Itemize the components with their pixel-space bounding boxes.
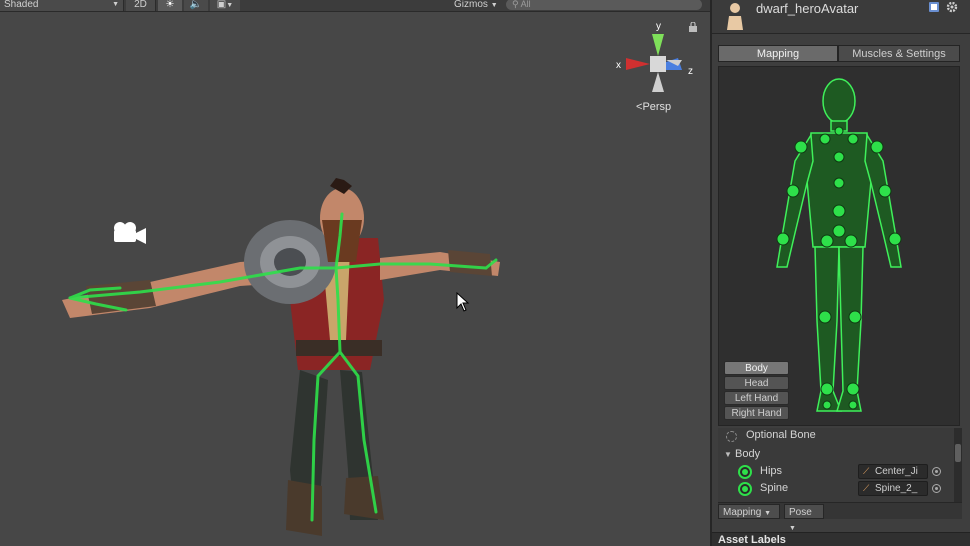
- bone-list-scrollbar[interactable]: [954, 428, 962, 502]
- mapping-dropdown-label: Mapping: [723, 507, 762, 518]
- part-button-left-hand[interactable]: Left Hand: [724, 391, 789, 405]
- chevron-down-icon: ▼: [764, 510, 772, 517]
- asset-labels-header[interactable]: Asset Labels: [712, 532, 970, 546]
- bone-status-icon: [738, 465, 752, 479]
- scene-camera-icon[interactable]: [110, 220, 150, 246]
- axis-x-label: x: [616, 60, 621, 71]
- body-part-selector: Body Head Left Hand Right Hand: [724, 361, 790, 421]
- optional-bone-icon: [726, 431, 737, 442]
- body-group-label: Body: [735, 448, 761, 460]
- chevron-down-icon: ▼: [789, 525, 796, 532]
- bone-transform-field[interactable]: ⟋ Spine_2_: [858, 481, 928, 496]
- bone-name: Hips: [760, 465, 783, 477]
- object-picker-icon[interactable]: [932, 467, 941, 476]
- scene-view[interactable]: Shaded ▼ 2D ☀ 🔈 ▣▼ Gizmos ▼ ⚲ All y x z …: [0, 0, 710, 546]
- scrollbar-thumb[interactable]: [955, 444, 961, 462]
- bone-row-spine: Spine ⟋ Spine_2_: [718, 481, 950, 497]
- scene-orientation-gizmo[interactable]: y x z: [612, 20, 702, 100]
- inspector-header: dwarf_heroAvatar: [712, 0, 970, 34]
- optional-bone-legend: Optional Bone: [718, 428, 950, 444]
- foldout-triangle-icon: ▼: [724, 450, 732, 459]
- part-button-head[interactable]: Head: [724, 376, 789, 390]
- part-button-body[interactable]: Body: [724, 361, 789, 375]
- projection-toggle[interactable]: <Persp: [636, 101, 671, 113]
- inspector-panel: dwarf_heroAvatar Mapping Muscles & Setti…: [710, 0, 970, 546]
- transform-icon: ⟋: [863, 466, 870, 476]
- bone-transform-value: Center_Ji: [875, 466, 918, 477]
- bone-status-icon: [738, 482, 752, 496]
- body-group-foldout[interactable]: ▼ Body: [718, 447, 950, 463]
- mouse-cursor-icon: [456, 292, 470, 312]
- avatar-asset-icon: [727, 3, 743, 30]
- unity-editor: Shaded ▼ 2D ☀ 🔈 ▣▼ Gizmos ▼ ⚲ All y x z …: [0, 0, 970, 546]
- inspector-tabs: Mapping Muscles & Settings: [718, 45, 960, 62]
- tab-muscles-settings[interactable]: Muscles & Settings: [838, 45, 960, 62]
- pose-dropdown-label: Pose: [789, 507, 812, 518]
- bone-row-hips: Hips ⟋ Center_Ji: [718, 464, 950, 480]
- optional-bone-label: Optional Bone: [746, 429, 816, 441]
- asset-title: dwarf_heroAvatar: [756, 1, 859, 16]
- help-book-icon[interactable]: [928, 1, 940, 13]
- bone-mapping-list: Optional Bone ▼ Body Hips ⟋ Center_Ji Spi…: [718, 428, 962, 502]
- object-picker-icon[interactable]: [932, 484, 941, 493]
- mapping-dropdown[interactable]: Mapping ▼: [718, 504, 780, 519]
- axis-y-label: y: [656, 21, 661, 32]
- gear-icon[interactable]: [946, 1, 958, 13]
- projection-label: Persp: [642, 101, 672, 113]
- part-button-right-hand[interactable]: Right Hand: [724, 406, 789, 420]
- bone-name: Spine: [760, 482, 789, 494]
- bone-transform-field[interactable]: ⟋ Center_Ji: [858, 464, 928, 479]
- lock-icon[interactable]: [688, 22, 698, 32]
- dwarf-hero-character[interactable]: [0, 0, 710, 546]
- axis-z-label: z: [688, 66, 693, 77]
- tab-mapping[interactable]: Mapping: [718, 45, 838, 62]
- transform-icon: ⟋: [863, 483, 870, 493]
- avatar-body-map: Body Head Left Hand Right Hand: [718, 66, 960, 426]
- pose-dropdown[interactable]: Pose ▼: [784, 504, 824, 532]
- mapping-footer: Mapping ▼ Pose ▼: [718, 502, 962, 532]
- bone-transform-value: Spine_2_: [875, 483, 918, 494]
